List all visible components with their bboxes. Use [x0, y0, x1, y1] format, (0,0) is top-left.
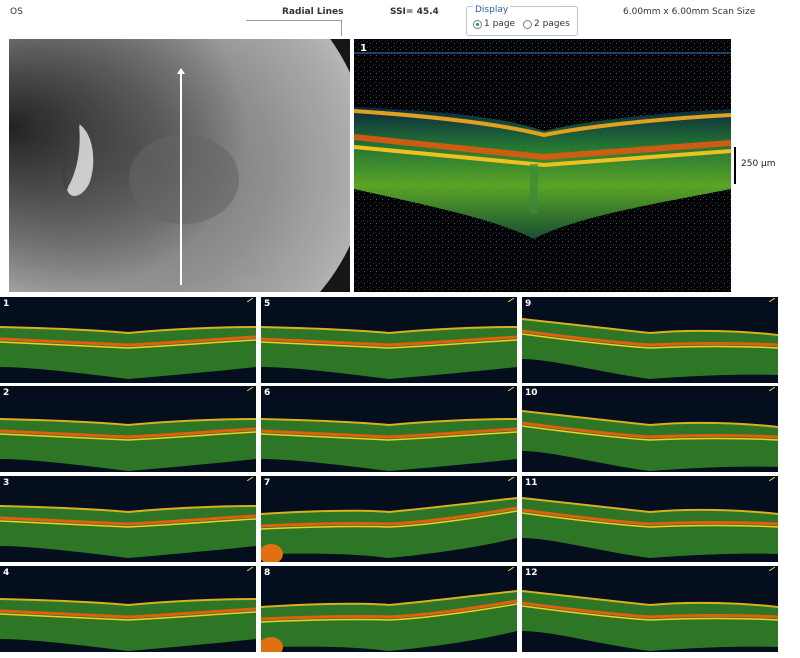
- scale-label: 250 µm: [741, 159, 776, 169]
- thumbnail-bscan-1[interactable]: 1: [0, 297, 256, 383]
- thumbnail-bscan-7[interactable]: 7: [261, 476, 517, 562]
- thumbnail-number: 1: [3, 299, 10, 309]
- thumbnail-number: 10: [525, 388, 538, 398]
- orientation-mark-icon: [247, 567, 253, 571]
- orientation-mark-icon: [508, 387, 514, 391]
- scan-size-label: 6.00mm x 6.00mm Scan Size: [623, 7, 756, 17]
- orientation-mark-icon: [769, 298, 775, 302]
- thumbnail-number: 3: [3, 478, 10, 488]
- orientation-mark-icon: [508, 477, 514, 481]
- thumbnail-graphic: [261, 566, 517, 652]
- thumbnail-graphic: [0, 476, 256, 562]
- ssi-value: SSI= 45.4: [390, 7, 439, 17]
- thumbnail-graphic: [522, 386, 778, 472]
- thumbnail-graphic: [522, 297, 778, 383]
- thumbnail-number: 9: [525, 299, 532, 309]
- display-legend: Display: [473, 5, 511, 15]
- orientation-mark-icon: [769, 387, 775, 391]
- thumbnail-number: 7: [264, 478, 271, 488]
- thumbnail-graphic: [261, 297, 517, 383]
- scale-bar: [734, 147, 736, 184]
- thumbnail-graphic: [261, 476, 517, 562]
- thumbnail-bscan-5[interactable]: 5: [261, 297, 517, 383]
- orientation-mark-icon: [247, 298, 253, 302]
- thumbnail-bscan-10[interactable]: 10: [522, 386, 778, 472]
- orientation-mark-icon: [508, 298, 514, 302]
- scan-direction-arrow: [177, 68, 185, 285]
- thumbnail-bscan-3[interactable]: 3: [0, 476, 256, 562]
- radio-selected-icon[interactable]: [473, 19, 482, 29]
- radio-1-page[interactable]: 1 page: [473, 19, 515, 29]
- thumbnail-bscan-2[interactable]: 2: [0, 386, 256, 472]
- thumbnail-graphic: [522, 476, 778, 562]
- radio-2-pages-label: 2 pages: [534, 19, 570, 29]
- thumbnail-graphic: [0, 386, 256, 472]
- radio-1-page-label: 1 page: [484, 19, 516, 29]
- thumbnail-bscan-11[interactable]: 11: [522, 476, 778, 562]
- main-scan-number: 1: [360, 43, 367, 54]
- eye-label: OS: [10, 7, 23, 17]
- main-bscan-graphic: [354, 39, 731, 292]
- thumbnail-bscan-4[interactable]: 4: [0, 566, 256, 652]
- thumbnail-bscan-9[interactable]: 9: [522, 297, 778, 383]
- orientation-mark-icon: [508, 567, 514, 571]
- thumbnail-number: 2: [3, 388, 10, 398]
- thumbnail-graphic: [0, 297, 256, 383]
- display-options-group: Display 1 page 2 pages: [466, 5, 578, 36]
- protocol-underline-box: [246, 20, 342, 36]
- thumbnail-number: 6: [264, 388, 271, 398]
- orientation-mark-icon: [769, 477, 775, 481]
- thumbnail-number: 8: [264, 568, 271, 578]
- thumbnail-bscan-12[interactable]: 12: [522, 566, 778, 652]
- thumbnail-graphic: [261, 386, 517, 472]
- radio-2-pages[interactable]: 2 pages: [523, 19, 570, 29]
- protocol-title: Radial Lines: [282, 7, 344, 17]
- thumbnail-number: 5: [264, 299, 271, 309]
- thumbnail-graphic: [0, 566, 256, 652]
- radio-unselected-icon[interactable]: [523, 19, 532, 29]
- thumbnail-bscan-6[interactable]: 6: [261, 386, 517, 472]
- thumbnail-bscan-8[interactable]: 8: [261, 566, 517, 652]
- orientation-mark-icon: [769, 567, 775, 571]
- orientation-mark-icon: [247, 387, 253, 391]
- main-bscan[interactable]: 1: [354, 39, 731, 292]
- thumbnail-number: 11: [525, 478, 538, 488]
- thumbnail-number: 4: [3, 568, 10, 578]
- thumbnail-graphic: [522, 566, 778, 652]
- orientation-mark-icon: [247, 477, 253, 481]
- thumbnail-number: 12: [525, 568, 538, 578]
